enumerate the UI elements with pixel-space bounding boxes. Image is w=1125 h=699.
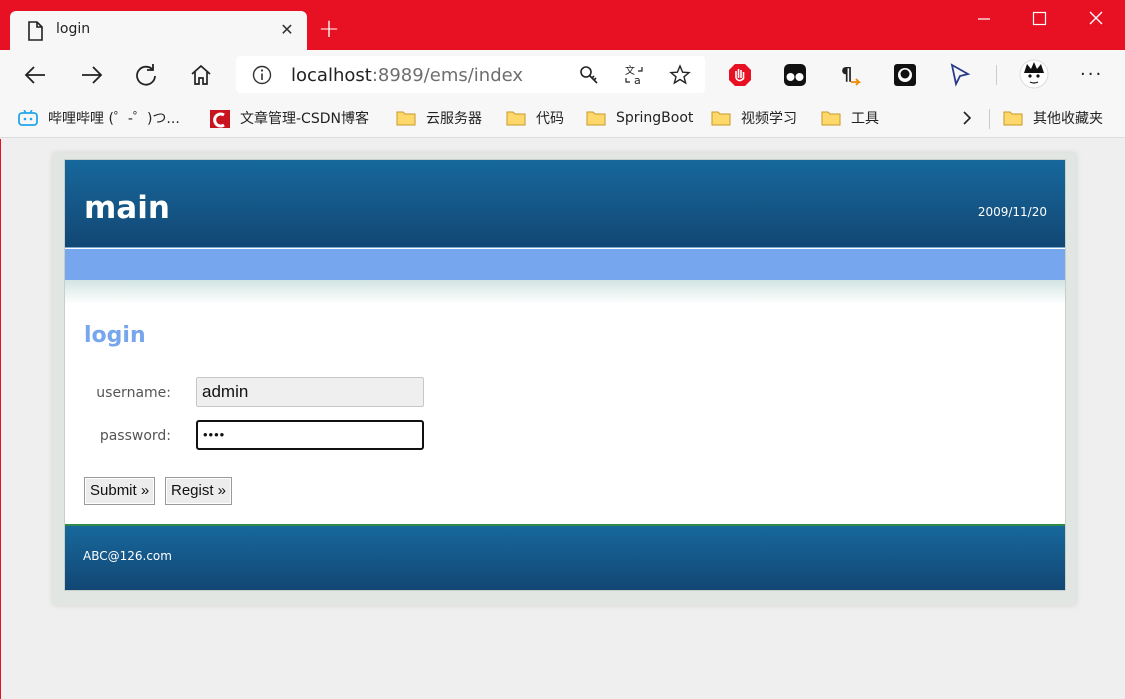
regist-button[interactable]: Regist » [165, 477, 233, 505]
tampermonkey-icon[interactable] [782, 62, 808, 88]
site-header: main 2009/11/20 [65, 160, 1065, 248]
minimize-icon[interactable] [967, 6, 1001, 32]
svg-text:¶: ¶ [841, 64, 852, 85]
cursor-extension-icon[interactable] [947, 62, 973, 88]
bilibili-icon [18, 110, 38, 126]
svg-text:a: a [634, 74, 641, 86]
folder-icon [1003, 111, 1023, 126]
footer-email: ABC@126.com [83, 549, 172, 563]
bookmark-bilibili[interactable]: 哔哩哔哩 (゜-゜)つ... [18, 108, 180, 128]
username-input[interactable] [196, 377, 424, 407]
back-icon[interactable] [22, 61, 50, 89]
bookmark-folder-code[interactable]: 代码 [506, 108, 564, 128]
maximize-icon[interactable] [1022, 6, 1056, 32]
folder-icon [586, 111, 606, 126]
username-label: username: [96, 385, 171, 401]
pilcrow-extension-icon[interactable]: ¶ [837, 62, 863, 88]
browser-tab[interactable]: login ✕ [10, 11, 307, 50]
page-viewport: main 2009/11/20 login username: password… [0, 139, 1125, 699]
favorites-separator [989, 109, 990, 129]
window-close-icon[interactable] [1079, 6, 1113, 32]
chevron-right-icon[interactable] [960, 108, 974, 128]
page-container: main 2009/11/20 login username: password… [64, 159, 1066, 591]
forward-icon[interactable] [77, 61, 105, 89]
folder-icon [711, 111, 731, 126]
url-text[interactable]: localhost:8989/ems/index [291, 65, 523, 86]
bookmark-csdn[interactable]: 文章管理-CSDN博客 [210, 108, 369, 128]
folder-icon [821, 111, 841, 126]
favorites-bar: 哔哩哔哩 (゜-゜)つ... 文章管理-CSDN博客 云服务器 代码 Sprin… [0, 100, 1125, 138]
menu-bar [65, 249, 1065, 280]
submit-button[interactable]: Submit » [84, 477, 156, 505]
browser-titlebar: login ✕ + [0, 0, 1125, 50]
site-title: main [84, 190, 170, 226]
tab-title: login [56, 21, 91, 37]
menu-shadow [65, 280, 1065, 304]
refresh-icon[interactable] [132, 61, 160, 89]
toolbar-separator [996, 65, 997, 85]
bookmark-folder-springboot[interactable]: SpringBoot [586, 108, 693, 128]
bookmark-other-favorites[interactable]: 其他收藏夹 [1003, 108, 1103, 128]
page-wrapper: main 2009/11/20 login username: password… [53, 153, 1076, 605]
address-bar[interactable]: localhost:8989/ems/index 文 a [236, 56, 705, 93]
password-input[interactable]: •••• [196, 420, 424, 450]
folder-icon [506, 111, 526, 126]
close-tab-icon[interactable]: ✕ [275, 18, 299, 42]
profile-avatar-icon[interactable] [1019, 59, 1049, 89]
bookmark-folder-tools[interactable]: 工具 [821, 108, 879, 128]
site-footer: ABC@126.com [65, 524, 1065, 590]
bookmark-folder-cloud-server[interactable]: 云服务器 [396, 108, 482, 128]
password-label: password: [99, 428, 171, 444]
page-heading: login [84, 323, 146, 348]
browser-toolbar: localhost:8989/ems/index 文 a ¶ ··· [0, 50, 1125, 100]
folder-icon [396, 111, 416, 126]
chevron-right-icon [963, 111, 972, 125]
header-date: 2009/11/20 [977, 205, 1047, 219]
more-menu-icon[interactable]: ··· [1080, 64, 1103, 85]
favorite-star-icon[interactable] [669, 64, 691, 86]
csdn-icon [210, 110, 230, 128]
new-tab-icon[interactable]: + [316, 16, 342, 43]
home-icon[interactable] [187, 61, 215, 89]
info-icon[interactable] [252, 65, 272, 85]
github-icon[interactable] [892, 62, 918, 88]
key-icon[interactable] [578, 64, 600, 86]
adblock-icon[interactable] [727, 62, 753, 88]
translate-icon[interactable]: 文 a [624, 64, 646, 86]
bookmark-folder-video[interactable]: 视频学习 [711, 108, 797, 128]
page-icon [28, 21, 43, 41]
